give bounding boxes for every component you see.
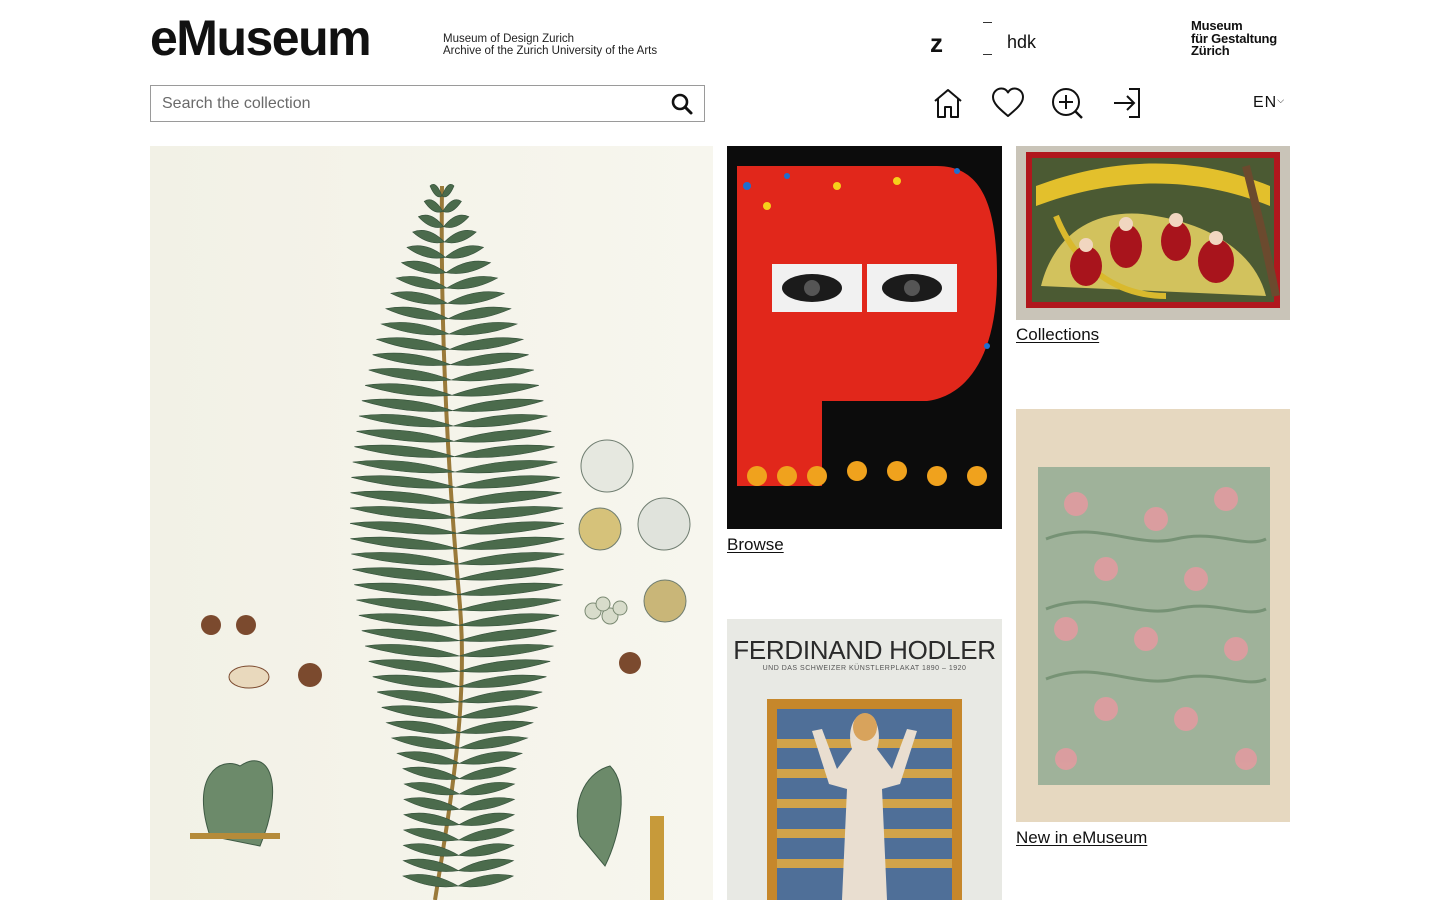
hodler-poster-image[interactable]: FERDINAND HODLER UND DAS SCHWEIZER KÜNST… [727, 619, 1002, 900]
mfg-line-3: Zürich [1191, 43, 1230, 58]
zhdk-logo-dash-top [983, 22, 992, 23]
emuseum-logo[interactable]: eMuseum [150, 10, 372, 66]
zhdk-logo-z: z [930, 28, 943, 58]
new-in-emuseum-link[interactable]: New in eMuseum [1016, 828, 1147, 848]
zhdk-logo-dash-bottom [983, 54, 992, 55]
browse-link[interactable]: Browse [727, 535, 784, 555]
search-icon[interactable] [670, 92, 694, 116]
new-in-emuseum-image[interactable] [1016, 409, 1290, 822]
chevron-down-icon: ⌵ [1277, 95, 1286, 105]
subtitle-line-2: Archive of the Zurich University of the … [443, 45, 658, 57]
search-bar [150, 85, 705, 122]
collections-link[interactable]: Collections [1016, 325, 1099, 345]
home-icon[interactable] [931, 86, 965, 120]
heart-icon[interactable] [991, 86, 1025, 120]
collections-image[interactable] [1016, 146, 1290, 320]
zoom-in-icon[interactable] [1050, 86, 1084, 120]
site-subtitle: Museum of Design Zurich Archive of the Z… [443, 33, 657, 57]
museum-fuer-gestaltung-logo[interactable]: Museum für Gestaltung Zürich [1191, 19, 1277, 58]
language-selector[interactable]: EN⌵ [1253, 94, 1285, 112]
language-label: EN [1253, 94, 1278, 111]
zhdk-logo[interactable]: z hdk [928, 14, 1048, 64]
subtitle-line-1: Museum of Design Zurich [443, 33, 575, 45]
search-input[interactable] [162, 86, 652, 121]
zhdk-logo-hdk: hdk [1007, 32, 1037, 52]
fern-illustration-image[interactable] [150, 146, 713, 900]
browse-image[interactable] [727, 146, 1002, 529]
login-icon[interactable] [1111, 86, 1145, 120]
